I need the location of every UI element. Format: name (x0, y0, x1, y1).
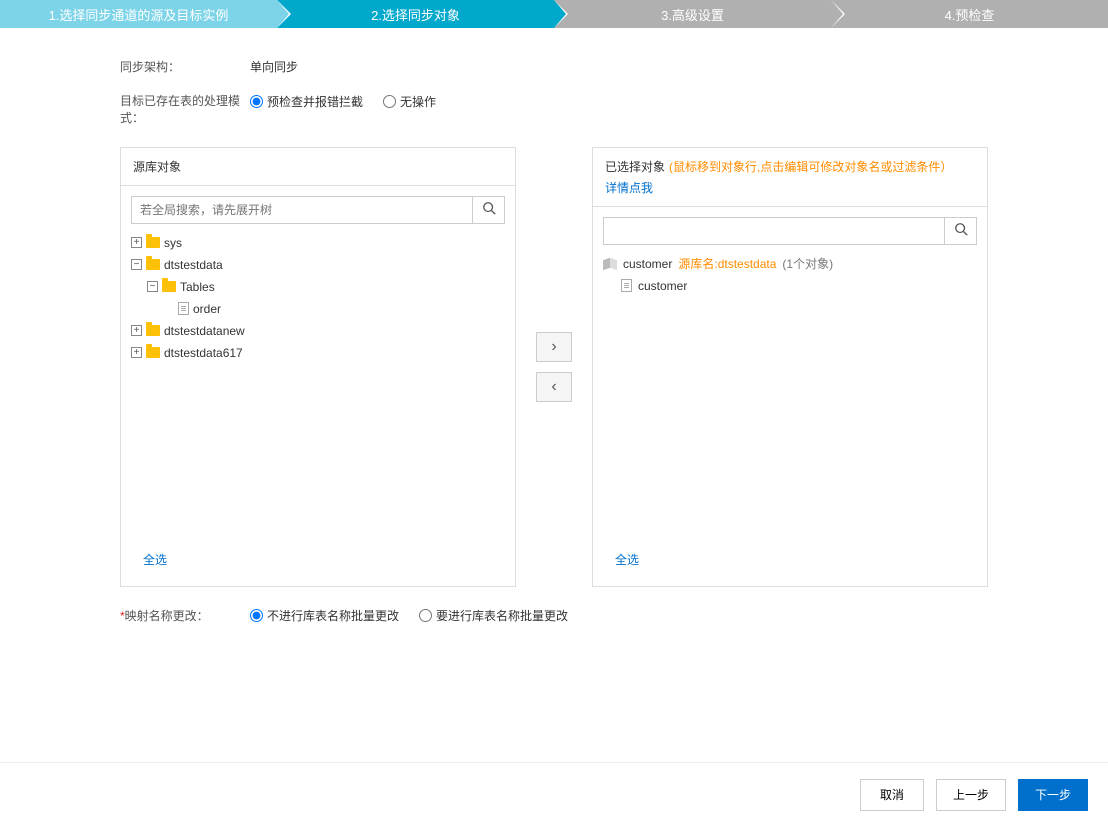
sync-arch-value: 单向同步 (250, 58, 298, 75)
folder-icon (146, 259, 160, 270)
sync-arch-label: 同步架构： (120, 58, 250, 75)
existing-mode-noop[interactable]: 无操作 (383, 93, 436, 110)
cancel-button[interactable]: 取消 (860, 779, 924, 811)
tree-node-sys[interactable]: + sys (131, 232, 505, 254)
expand-icon[interactable]: + (131, 325, 142, 336)
source-search-box (131, 196, 505, 224)
mapping-do-change[interactable]: 要进行库表名称批量更改 (419, 607, 568, 624)
source-tree: + sys − dtstestdata − Tables (131, 232, 505, 364)
step-4[interactable]: 4.预检查 (831, 0, 1108, 28)
source-search-button[interactable] (472, 197, 504, 223)
collapse-icon[interactable]: − (131, 259, 142, 270)
file-icon (621, 279, 632, 292)
step-3[interactable]: 3.高级设置 (554, 0, 831, 28)
tree-node-dtstestdata617[interactable]: + dtstestdata617 (131, 342, 505, 364)
move-right-button[interactable]: › (536, 332, 572, 362)
mapping-label: *映射名称更改： (120, 607, 250, 624)
search-icon (954, 222, 968, 239)
prev-button[interactable]: 上一步 (936, 779, 1006, 811)
selected-search-box (603, 217, 977, 245)
tree-node-dtstestdatanew[interactable]: + dtstestdatanew (131, 320, 505, 342)
existing-table-mode-label: 目标已存在表的处理模式： (120, 93, 250, 127)
next-button[interactable]: 下一步 (1018, 779, 1088, 811)
mapping-do-change-radio[interactable] (419, 609, 432, 622)
selected-search-input[interactable] (604, 218, 944, 244)
folder-icon (146, 325, 160, 336)
transfer-column: › ‹ (536, 147, 572, 587)
source-panel-title: 源库对象 (133, 158, 181, 175)
tree-node-dtstestdata[interactable]: − dtstestdata (131, 254, 505, 276)
selected-child-customer[interactable]: customer (603, 275, 977, 297)
tree-node-tables[interactable]: − Tables (131, 276, 505, 298)
existing-mode-noop-radio[interactable] (383, 95, 396, 108)
step-nav: 1.选择同步通道的源及目标实例 2.选择同步对象 3.高级设置 4.预检查 (0, 0, 1108, 28)
source-select-all[interactable]: 全选 (143, 553, 167, 567)
chevron-left-icon: ‹ (551, 378, 556, 396)
selected-item-customer[interactable]: customer 源库名:dtstestdata (1个对象) (603, 253, 977, 275)
folder-icon (146, 237, 160, 248)
selected-select-all[interactable]: 全选 (615, 553, 639, 567)
selected-panel: 已选择对象 (鼠标移到对象行,点击编辑可修改对象名或过滤条件） 详情点我 (592, 147, 988, 587)
mapping-no-change-radio[interactable] (250, 609, 263, 622)
selected-panel-hint: (鼠标移到对象行,点击编辑可修改对象名或过滤条件） (669, 158, 952, 175)
selected-panel-title: 已选择对象 (605, 158, 665, 175)
source-search-input[interactable] (132, 197, 472, 223)
search-icon (482, 201, 496, 218)
bottom-bar: 取消 上一步 下一步 (0, 762, 1108, 827)
folder-icon (146, 347, 160, 358)
database-icon (603, 259, 617, 269)
move-left-button[interactable]: ‹ (536, 372, 572, 402)
expand-icon[interactable]: + (131, 237, 142, 248)
collapse-icon[interactable]: − (147, 281, 158, 292)
sync-arch-row: 同步架构： 单向同步 (120, 58, 988, 75)
tree-node-order[interactable]: order (131, 298, 505, 320)
mapping-no-change[interactable]: 不进行库表名称批量更改 (250, 607, 399, 624)
source-panel: 源库对象 + sys (120, 147, 516, 587)
expand-icon[interactable]: + (131, 347, 142, 358)
step-1[interactable]: 1.选择同步通道的源及目标实例 (0, 0, 277, 28)
folder-icon (162, 281, 176, 292)
chevron-right-icon: › (551, 338, 556, 356)
selected-panel-hint-link[interactable]: 详情点我 (605, 179, 653, 196)
step-2[interactable]: 2.选择同步对象 (277, 0, 554, 28)
selected-search-button[interactable] (944, 218, 976, 244)
existing-mode-precheck[interactable]: 预检查并报错拦截 (250, 93, 363, 110)
existing-mode-precheck-radio[interactable] (250, 95, 263, 108)
file-icon (178, 302, 189, 315)
